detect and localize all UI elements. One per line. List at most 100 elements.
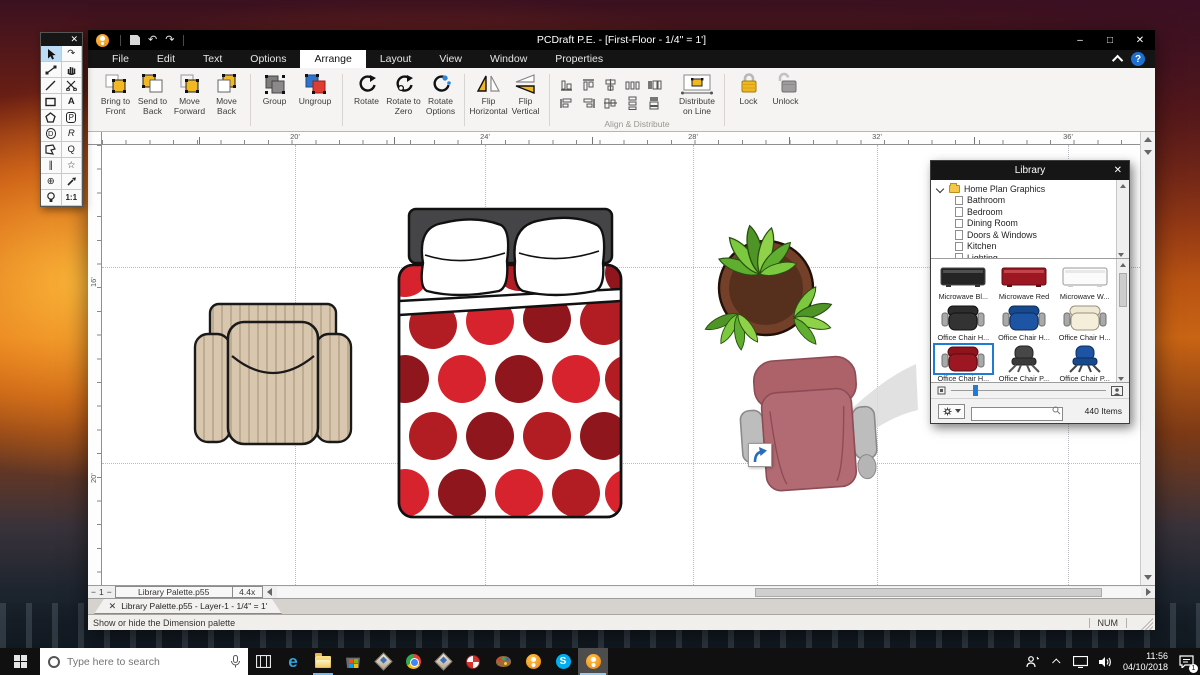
volume-icon[interactable] xyxy=(1095,648,1115,675)
tree-item-bedroom[interactable]: Bedroom xyxy=(937,206,1115,218)
tree-item-bathroom[interactable]: Bathroom xyxy=(937,195,1115,207)
tree-item-dining-room[interactable]: Dining Room xyxy=(937,218,1115,230)
menu-arrange[interactable]: Arrange xyxy=(300,50,365,68)
taskbar-store[interactable] xyxy=(338,648,368,675)
library-item-office-chair-black[interactable]: Office Chair H... xyxy=(933,302,994,343)
reshape-tool[interactable] xyxy=(41,62,62,78)
network-display-icon[interactable] xyxy=(1071,648,1091,675)
scale-1-1-tool[interactable]: 1:1 xyxy=(62,190,83,206)
library-item-office-chair-red-selected[interactable]: Office Chair H... xyxy=(933,343,994,383)
zoom-level[interactable]: 4.4x xyxy=(233,586,263,598)
taskbar-skype[interactable]: S xyxy=(548,648,578,675)
scroll-up-icon[interactable] xyxy=(1142,133,1155,145)
align-center-vertical-icon[interactable] xyxy=(599,76,621,94)
chevron-down-icon[interactable] xyxy=(936,185,944,193)
parallel-lines-tool[interactable]: ∥ xyxy=(41,158,62,174)
armchair-object[interactable] xyxy=(188,298,358,457)
align-right-icon[interactable] xyxy=(577,94,599,112)
menu-text[interactable]: Text xyxy=(189,50,236,68)
align-stack-horizontal-icon[interactable] xyxy=(643,76,665,94)
send-to-back-button[interactable]: Send to Back xyxy=(134,72,171,117)
library-item-microwave-white[interactable]: Microwave W... xyxy=(1054,261,1115,302)
bezier-tool[interactable]: Q xyxy=(62,142,83,158)
start-button[interactable] xyxy=(0,648,40,675)
trim-tool[interactable] xyxy=(62,78,83,94)
menu-window[interactable]: Window xyxy=(476,50,541,68)
tray-chevron-up-icon[interactable] xyxy=(1047,648,1067,675)
distribute-on-line-button[interactable]: Distribute on Line xyxy=(675,72,719,117)
library-titlebar[interactable]: Library ✕ xyxy=(931,161,1129,180)
taskbar-app-drawplus[interactable] xyxy=(368,648,398,675)
line-tool[interactable] xyxy=(41,78,62,94)
library-item-office-chair-perspective-blue[interactable]: Office Chair P... xyxy=(1054,343,1115,383)
library-item-office-chair-cream[interactable]: Office Chair H... xyxy=(1054,302,1115,343)
star-tool[interactable]: ☆ xyxy=(62,158,83,174)
action-center-icon[interactable]: 1 xyxy=(1176,648,1196,675)
undo-icon[interactable]: ↶ xyxy=(144,30,161,50)
office-chair-object[interactable] xyxy=(728,350,918,505)
scroll-thumb[interactable] xyxy=(1119,273,1127,307)
collapse-ribbon-icon[interactable] xyxy=(1112,55,1123,66)
polygon-tool[interactable] xyxy=(41,110,62,126)
scroll-down-icon[interactable] xyxy=(1142,146,1155,158)
taskbar-clock[interactable]: 11:56 04/10/2018 xyxy=(1119,651,1172,672)
align-top-icon[interactable] xyxy=(577,76,599,94)
radius-dimension-tool[interactable]: R xyxy=(62,126,83,142)
bring-to-front-button[interactable]: Bring to Front xyxy=(97,72,134,117)
tree-root[interactable]: Home Plan Graphics xyxy=(937,183,1115,195)
menu-options[interactable]: Options xyxy=(236,50,300,68)
flip-horizontal-button[interactable]: Flip Horizontal xyxy=(470,72,507,117)
align-center-horizontal-icon[interactable] xyxy=(599,94,621,112)
resize-grip[interactable] xyxy=(1141,618,1153,630)
tree-item-kitchen[interactable]: Kitchen xyxy=(937,241,1115,253)
bed-object[interactable] xyxy=(391,203,630,529)
scroll-thumb[interactable] xyxy=(755,588,1102,597)
diameter-dimension-tool[interactable]: D xyxy=(41,126,62,142)
page-prev-button[interactable]: − xyxy=(88,587,99,597)
search-input[interactable] xyxy=(67,656,224,668)
page-next-button[interactable]: − xyxy=(104,587,115,597)
thumbnail-scrollbar[interactable] xyxy=(1116,259,1129,382)
library-item-office-chair-blue[interactable]: Office Chair H... xyxy=(994,302,1055,343)
text-tool[interactable]: A xyxy=(62,94,83,110)
ungroup-button[interactable]: Ungroup xyxy=(293,72,337,107)
taskbar-search[interactable] xyxy=(40,648,248,675)
align-left-icon[interactable] xyxy=(555,76,577,94)
align-stack-vertical-icon[interactable] xyxy=(643,94,665,112)
thumbnail-size-slider[interactable] xyxy=(951,390,1106,391)
tree-item-doors-windows[interactable]: Doors & Windows xyxy=(937,229,1115,241)
taskbar-edge[interactable]: e xyxy=(278,648,308,675)
minimize-button[interactable]: – xyxy=(1065,30,1095,50)
plant-object[interactable] xyxy=(698,222,838,367)
rectangle-tool[interactable] xyxy=(41,94,62,110)
close-button[interactable]: ✕ xyxy=(1125,30,1155,50)
taskbar-app-artist[interactable] xyxy=(488,648,518,675)
unlock-button[interactable]: Unlock xyxy=(767,72,804,107)
menu-properties[interactable]: Properties xyxy=(541,50,617,68)
distribute-vertical-icon[interactable] xyxy=(621,94,643,112)
rotate-to-zero-button[interactable]: Rotate to Zero xyxy=(385,72,422,117)
document-selector[interactable]: Library Palette.p55 xyxy=(115,586,233,598)
tree-scrollbar[interactable] xyxy=(1116,180,1129,258)
taskbar-pcdraft-active[interactable] xyxy=(578,648,608,675)
library-item-office-chair-perspective-gray[interactable]: Office Chair P... xyxy=(994,343,1055,383)
menu-file[interactable]: File xyxy=(98,50,143,68)
taskbar-chrome[interactable] xyxy=(398,648,428,675)
distribute-horizontal-icon[interactable] xyxy=(621,76,643,94)
save-icon[interactable] xyxy=(130,35,140,45)
close-icon[interactable]: ✕ xyxy=(1114,165,1122,176)
tool-palette-titlebar[interactable]: ✕ xyxy=(41,33,82,46)
tree-item-lighting[interactable]: Lighting xyxy=(937,252,1115,259)
lamp-tool[interactable] xyxy=(41,190,62,206)
rotate-tool[interactable]: ↷ xyxy=(62,46,83,62)
lock-button[interactable]: Lock xyxy=(730,72,767,107)
flip-vertical-button[interactable]: Flip Vertical xyxy=(507,72,544,117)
move-forward-button[interactable]: Move Forward xyxy=(171,72,208,117)
rotate-options-button[interactable]: Rotate Options xyxy=(422,72,459,117)
microphone-icon[interactable] xyxy=(231,655,240,668)
taskbar-pcdraft-2[interactable] xyxy=(518,648,548,675)
redo-icon[interactable]: ↷ xyxy=(161,30,178,50)
taskbar-app-craft[interactable] xyxy=(458,648,488,675)
library-item-microwave-red[interactable]: Microwave Red xyxy=(994,261,1055,302)
group-button[interactable]: Group xyxy=(256,72,293,107)
